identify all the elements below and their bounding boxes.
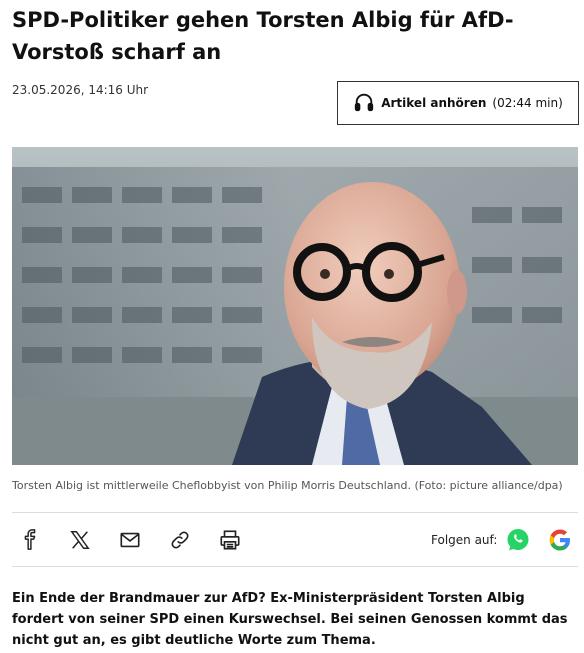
headphones-icon bbox=[353, 91, 375, 116]
listen-article-button[interactable]: Artikel anhören (02:44 min) bbox=[337, 81, 579, 125]
divider-top bbox=[12, 512, 578, 513]
divider-bottom bbox=[12, 566, 578, 567]
whatsapp-icon[interactable] bbox=[505, 527, 531, 553]
article-headline: SPD-Politiker gehen Torsten Albig für Af… bbox=[12, 8, 514, 64]
google-icon[interactable] bbox=[547, 527, 573, 553]
follow-label: Folgen auf: bbox=[431, 533, 498, 547]
article-hero-image bbox=[12, 147, 578, 465]
listen-duration: (02:44 min) bbox=[492, 96, 563, 110]
print-icon[interactable] bbox=[217, 527, 243, 553]
x-icon[interactable] bbox=[67, 527, 93, 553]
image-caption: Torsten Albig ist mittlerweile Cheflobby… bbox=[12, 479, 563, 492]
share-bar: Folgen auf: bbox=[12, 521, 578, 559]
listen-label: Artikel anhören bbox=[381, 96, 487, 110]
publish-date: 23.05.2026, 14:16 Uhr bbox=[12, 83, 149, 97]
mail-icon[interactable] bbox=[117, 527, 143, 553]
article-intro: Ein Ende der Brandmauer zur AfD? Ex-Mini… bbox=[12, 591, 568, 648]
facebook-icon[interactable] bbox=[17, 527, 43, 553]
link-icon[interactable] bbox=[167, 527, 193, 553]
